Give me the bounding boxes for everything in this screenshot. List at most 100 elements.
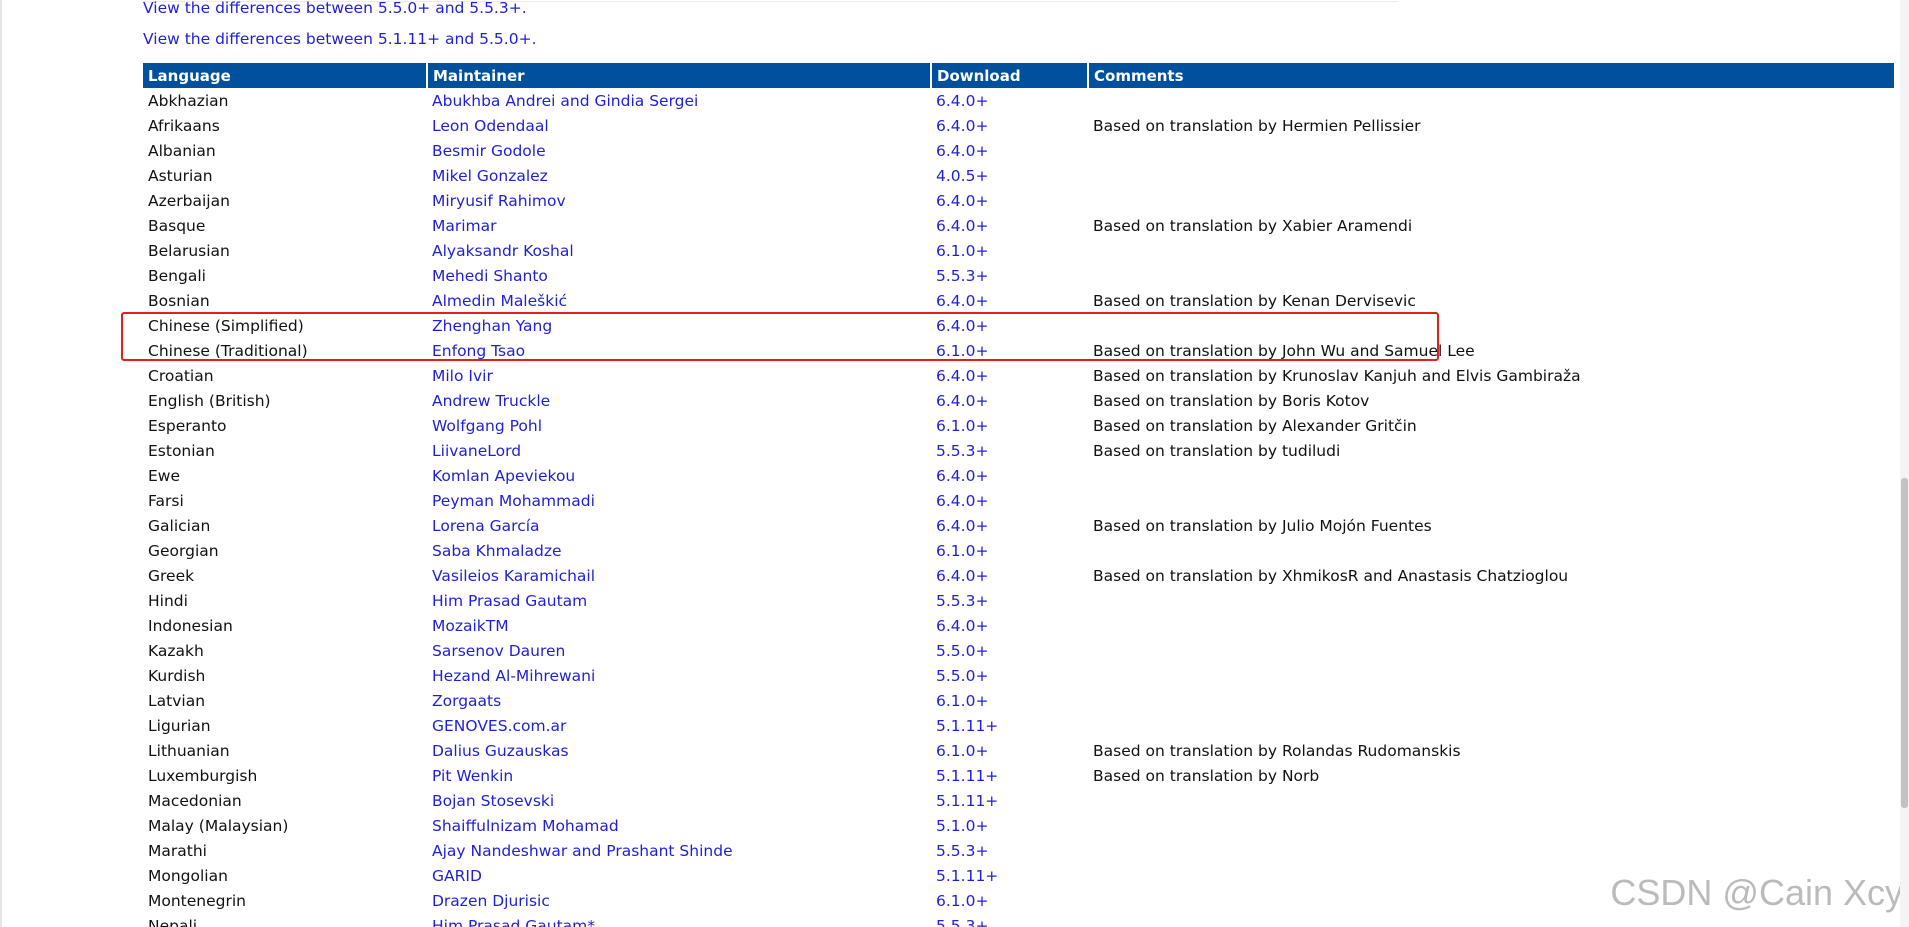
maintainer-link[interactable]: Milo Ivir	[432, 367, 493, 385]
maintainer-link[interactable]: Leon Odendaal	[432, 117, 549, 135]
download-link[interactable]: 6.4.0+	[936, 92, 988, 110]
maintainer-cell: GENOVES.com.ar	[427, 713, 931, 738]
download-link[interactable]: 5.1.11+	[936, 767, 998, 785]
download-cell: 6.1.0+	[931, 413, 1088, 438]
download-cell: 6.4.0+	[931, 563, 1088, 588]
scrollbar-thumb[interactable]	[1901, 478, 1908, 808]
download-link[interactable]: 6.4.0+	[936, 292, 988, 310]
download-link[interactable]: 6.4.0+	[936, 217, 988, 235]
diff-links: View the differences between 5.5.0+ and …	[143, 0, 537, 55]
diff-link-5-1-11-to-5-5-0[interactable]: View the differences between 5.1.11+ and…	[143, 24, 537, 55]
download-link[interactable]: 6.1.0+	[936, 242, 988, 260]
download-link[interactable]: 5.5.0+	[936, 642, 988, 660]
download-link[interactable]: 5.1.11+	[936, 867, 998, 885]
download-link[interactable]: 5.5.3+	[936, 267, 988, 285]
download-link[interactable]: 5.5.3+	[936, 592, 988, 610]
maintainer-link[interactable]: Sarsenov Dauren	[432, 642, 565, 660]
comments-cell: Based on translation by Julio Mojón Fuen…	[1093, 516, 1432, 535]
maintainer-cell: LiivaneLord	[427, 438, 931, 463]
maintainer-link[interactable]: Saba Khmaladze	[432, 542, 562, 560]
download-link[interactable]: 5.5.3+	[936, 442, 988, 460]
maintainer-link[interactable]: Bojan Stosevski	[432, 792, 554, 810]
download-link[interactable]: 6.4.0+	[936, 567, 988, 585]
maintainer-cell: GARID	[427, 863, 931, 888]
maintainer-link[interactable]: Alyaksandr Koshal	[432, 242, 574, 260]
maintainer-link[interactable]: Pit Wenkin	[432, 767, 513, 785]
download-link[interactable]: 6.4.0+	[936, 142, 988, 160]
language-cell: Latvian	[148, 691, 206, 710]
maintainer-link[interactable]: Hezand Al-Mihrewani	[432, 667, 595, 685]
download-link[interactable]: 6.1.0+	[936, 417, 988, 435]
download-link[interactable]: 6.4.0+	[936, 117, 988, 135]
language-cell: Asturian	[148, 166, 213, 185]
language-cell: Estonian	[148, 441, 215, 460]
maintainer-cell: Wolfgang Pohl	[427, 413, 931, 438]
download-link[interactable]: 6.1.0+	[936, 892, 988, 910]
maintainer-link[interactable]: Marimar	[432, 217, 497, 235]
download-link[interactable]: 6.4.0+	[936, 617, 988, 635]
comments-cell: Based on translation by Hermien Pellissi…	[1093, 116, 1421, 135]
maintainer-link[interactable]: Vasileios Karamichail	[432, 567, 595, 585]
download-link[interactable]: 6.4.0+	[936, 192, 988, 210]
download-link[interactable]: 6.4.0+	[936, 517, 988, 535]
download-link[interactable]: 5.1.0+	[936, 817, 988, 835]
maintainer-cell: Miryusif Rahimov	[427, 188, 931, 213]
maintainer-link[interactable]: Lorena García	[432, 517, 540, 535]
maintainer-link[interactable]: Komlan Apeviekou	[432, 467, 575, 485]
maintainer-link[interactable]: Him Prasad Gautam	[432, 592, 587, 610]
download-link[interactable]: 5.1.11+	[936, 717, 998, 735]
maintainer-link[interactable]: Dalius Guzauskas	[432, 742, 569, 760]
language-cell: Malay (Malaysian)	[148, 816, 289, 835]
language-cell: Lithuanian	[148, 741, 230, 760]
download-link[interactable]: 6.4.0+	[936, 492, 988, 510]
maintainer-link[interactable]: Zorgaats	[432, 692, 501, 710]
download-link[interactable]: 5.5.3+	[936, 842, 988, 860]
download-cell: 6.1.0+	[931, 238, 1088, 263]
column-header-language: Language	[143, 63, 428, 88]
download-link[interactable]: 5.5.3+	[936, 917, 988, 927]
maintainer-link[interactable]: Besmir Godole	[432, 142, 546, 160]
maintainer-link[interactable]: MozaikTM	[432, 617, 509, 635]
table-row: Farsi Peyman Mohammadi 6.4.0+	[143, 488, 1894, 513]
language-cell: Ligurian	[148, 716, 211, 735]
diff-link-5-5-0-to-5-5-3[interactable]: View the differences between 5.5.0+ and …	[143, 0, 537, 24]
download-link[interactable]: 6.4.0+	[936, 367, 988, 385]
maintainer-link[interactable]: Abukhba Andrei and Gindia Sergei	[432, 92, 698, 110]
maintainer-link[interactable]: Andrew Truckle	[432, 392, 550, 410]
maintainer-cell: Komlan Apeviekou	[427, 463, 931, 488]
maintainer-link[interactable]: Miryusif Rahimov	[432, 192, 566, 210]
maintainer-link[interactable]: Almedin Maleškić	[432, 292, 567, 310]
maintainer-link[interactable]: Him Prasad Gautam*	[432, 917, 595, 927]
language-cell: Luxemburgish	[148, 766, 258, 785]
table-row: Latvian Zorgaats 6.1.0+	[143, 688, 1894, 713]
download-link[interactable]: 6.1.0+	[936, 742, 988, 760]
download-cell: 5.5.3+	[931, 838, 1088, 863]
download-link[interactable]: 4.0.5+	[936, 167, 988, 185]
maintainer-link[interactable]: Drazen Djurisic	[432, 892, 550, 910]
comments-cell	[1088, 263, 1894, 288]
table-row: Abkhazian Abukhba Andrei and Gindia Serge…	[143, 88, 1894, 113]
vertical-scrollbar[interactable]	[1900, 0, 1909, 927]
maintainer-link[interactable]: Mikel Gonzalez	[432, 167, 548, 185]
maintainer-link[interactable]: Mehedi Shanto	[432, 267, 548, 285]
table-row: Asturian Mikel Gonzalez 4.0.5+	[143, 163, 1894, 188]
maintainer-link[interactable]: Wolfgang Pohl	[432, 417, 542, 435]
download-cell: 6.4.0+	[931, 88, 1088, 113]
maintainer-link[interactable]: Peyman Mohammadi	[432, 492, 595, 510]
maintainer-link[interactable]: GENOVES.com.ar	[432, 717, 566, 735]
download-link[interactable]: 6.1.0+	[936, 692, 988, 710]
language-cell: Bengali	[148, 266, 206, 285]
comments-cell	[1088, 188, 1894, 213]
comments-cell	[1088, 488, 1894, 513]
download-link[interactable]: 5.5.0+	[936, 667, 988, 685]
maintainer-link[interactable]: LiivaneLord	[432, 442, 521, 460]
maintainer-link[interactable]: Ajay Nandeshwar and Prashant Shinde	[432, 842, 733, 860]
download-link[interactable]: 6.1.0+	[936, 542, 988, 560]
maintainer-link[interactable]: GARID	[432, 867, 482, 885]
comments-cell: Based on translation by Rolandas Rudoman…	[1093, 741, 1461, 760]
maintainer-link[interactable]: Shaiffulnizam Mohamad	[432, 817, 619, 835]
download-link[interactable]: 6.4.0+	[936, 467, 988, 485]
download-link[interactable]: 5.1.11+	[936, 792, 998, 810]
download-cell: 5.5.3+	[931, 263, 1088, 288]
download-link[interactable]: 6.4.0+	[936, 392, 988, 410]
